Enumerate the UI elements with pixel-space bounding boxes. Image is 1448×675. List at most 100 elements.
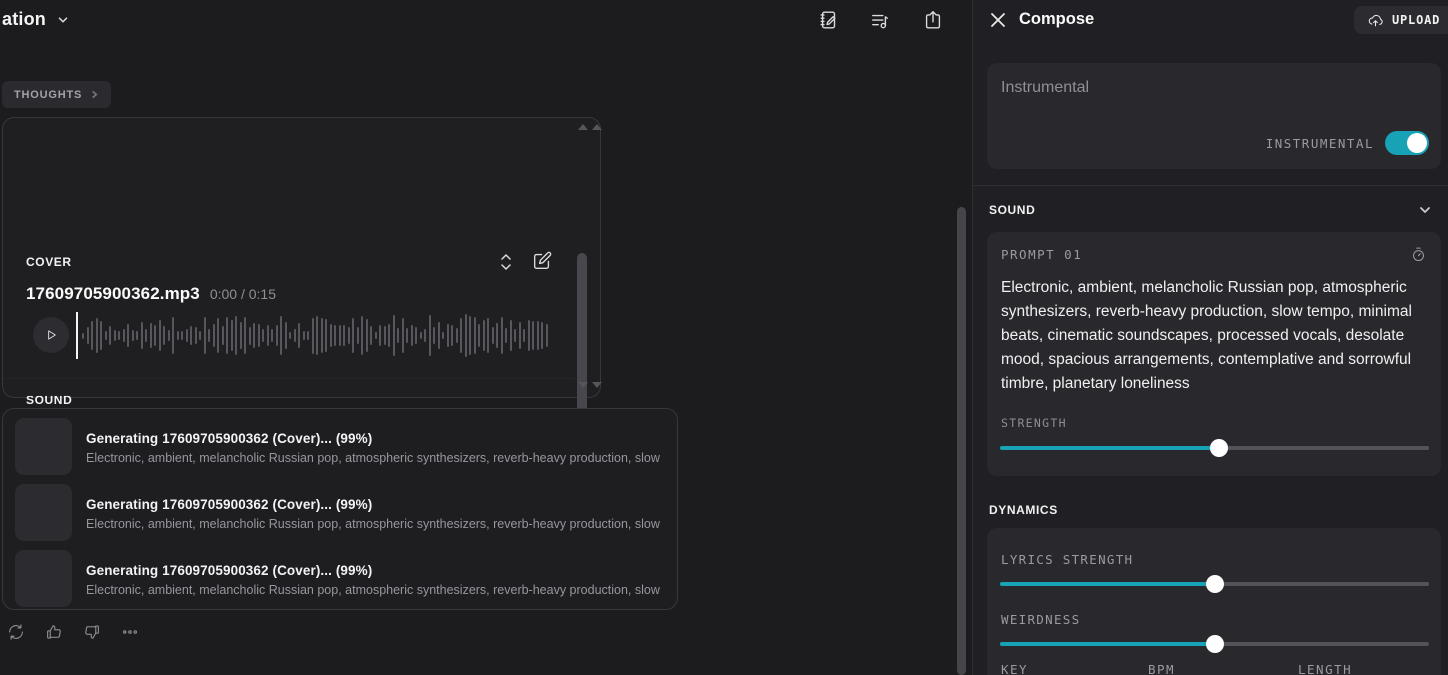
prompt-text[interactable]: Electronic, ambient, melancholic Russian… bbox=[1001, 276, 1431, 396]
generation-subtitle: Electronic, ambient, melancholic Russian… bbox=[86, 451, 661, 465]
waveform-bar bbox=[392, 315, 395, 356]
share-icon[interactable] bbox=[922, 9, 944, 36]
instrumental-toggle[interactable] bbox=[1385, 131, 1429, 155]
strength-label: STRENGTH bbox=[1001, 416, 1067, 430]
close-icon[interactable] bbox=[989, 11, 1007, 29]
lyrics-input[interactable]: Instrumental INSTRUMENTAL bbox=[987, 63, 1441, 169]
waveform-bar bbox=[347, 327, 350, 344]
waveform-bar bbox=[163, 325, 165, 346]
waveform-bar bbox=[275, 325, 278, 346]
waveform-bar bbox=[365, 318, 368, 353]
scroll-down-icon[interactable] bbox=[592, 382, 602, 388]
instrumental-toggle-row: INSTRUMENTAL bbox=[1266, 131, 1429, 155]
waveform-bar bbox=[428, 315, 431, 356]
waveform-bar bbox=[379, 324, 381, 347]
card-divider bbox=[4, 378, 576, 379]
waveform-bar bbox=[145, 329, 147, 342]
cover-card: COVER 17609705900362.mp3 0:00 / 0:15 SOU… bbox=[2, 117, 602, 506]
card-scrollbar-thumb[interactable] bbox=[577, 253, 587, 423]
waveform-bar bbox=[406, 327, 408, 344]
more-icon[interactable] bbox=[120, 622, 140, 642]
waveform-bar bbox=[311, 317, 314, 354]
waveform-bar bbox=[527, 320, 530, 351]
prompt-card: PROMPT 01 Electronic, ambient, melanchol… bbox=[987, 232, 1441, 476]
key-label[interactable]: KEY bbox=[1001, 662, 1148, 675]
scroll-up-icon[interactable] bbox=[578, 124, 588, 130]
scroll-up-icon[interactable] bbox=[592, 124, 602, 130]
play-button[interactable] bbox=[33, 317, 69, 353]
weirdness-slider-knob[interactable] bbox=[1205, 635, 1224, 653]
waveform-bar bbox=[523, 329, 525, 342]
strength-slider[interactable] bbox=[1000, 439, 1429, 457]
generation-detail-panel: ation THOUGHTS COVER 17609705900362.mp3 … bbox=[0, 0, 972, 675]
slider-fill bbox=[1000, 582, 1215, 586]
dynamics-card: LYRICS STRENGTH WEIRDNESS KEY BPM LENGTH bbox=[987, 528, 1441, 675]
weirdness-slider[interactable] bbox=[1000, 635, 1429, 653]
waveform-bar bbox=[244, 317, 246, 354]
prompt-label: PROMPT 01 bbox=[1001, 247, 1083, 262]
waveform-bar bbox=[100, 320, 102, 351]
waveform-bar bbox=[536, 320, 539, 351]
lyrics-strength-slider[interactable] bbox=[1000, 575, 1429, 593]
generation-list-item[interactable]: Generating 17609705900362 (Cover)... (99… bbox=[15, 418, 667, 476]
waveform-bar bbox=[158, 319, 161, 352]
regenerate-icon[interactable] bbox=[6, 622, 26, 642]
sound-section-label: SOUND bbox=[989, 203, 1036, 217]
waveform-bar bbox=[356, 327, 359, 344]
generation-thumbnail bbox=[15, 484, 72, 541]
waveform-bar bbox=[383, 325, 386, 346]
timer-icon[interactable] bbox=[1410, 246, 1427, 263]
bpm-label[interactable]: BPM bbox=[1148, 662, 1298, 675]
generation-list-item[interactable]: Generating 17609705900362 (Cover)... (99… bbox=[15, 550, 667, 608]
thumbs-down-icon[interactable] bbox=[82, 622, 102, 642]
sound-section-header[interactable]: SOUND bbox=[989, 202, 1433, 218]
generation-list-item[interactable]: Generating 17609705900362 (Cover)... (99… bbox=[15, 484, 667, 542]
thoughts-badge[interactable]: THOUGHTS bbox=[2, 81, 112, 108]
waveform-bar bbox=[221, 325, 224, 346]
waveform-bar bbox=[253, 322, 255, 349]
page-title-dropdown[interactable]: ation bbox=[2, 9, 70, 30]
upload-button-label: UPLOAD bbox=[1392, 13, 1441, 27]
chevron-down-icon bbox=[56, 13, 70, 27]
upload-button[interactable]: UPLOAD bbox=[1354, 6, 1448, 34]
generation-title: Generating 17609705900362 (Cover)... (99… bbox=[86, 497, 373, 512]
waveform-bar bbox=[491, 327, 494, 344]
generation-title: Generating 17609705900362 (Cover)... (99… bbox=[86, 431, 373, 446]
scroll-down-icon[interactable] bbox=[578, 382, 588, 388]
expand-collapse-icon[interactable] bbox=[497, 251, 515, 278]
waveform-bar bbox=[131, 330, 134, 341]
edit-icon[interactable] bbox=[531, 250, 553, 277]
instrumental-toggle-label: INSTRUMENTAL bbox=[1265, 135, 1374, 151]
waveform-bar bbox=[154, 325, 156, 346]
lyrics-placeholder: Instrumental bbox=[1001, 79, 1090, 96]
waveform-bar bbox=[86, 327, 89, 344]
waveform-bar bbox=[469, 315, 471, 356]
waveform-bar bbox=[109, 325, 111, 346]
lyrics-strength-slider-knob[interactable] bbox=[1205, 575, 1224, 593]
notes-edit-icon[interactable] bbox=[818, 9, 840, 36]
waveform-bar bbox=[230, 319, 233, 352]
waveform-bar bbox=[140, 322, 143, 349]
generation-thumbnail bbox=[15, 418, 72, 475]
waveform-playhead[interactable] bbox=[76, 312, 78, 359]
page-scrollbar-thumb[interactable] bbox=[957, 207, 966, 675]
waveform-bar bbox=[248, 326, 251, 345]
waveform-bar bbox=[203, 317, 206, 354]
toggle-knob bbox=[1407, 133, 1427, 153]
waveform-bar bbox=[298, 322, 300, 349]
strength-slider-knob[interactable] bbox=[1209, 439, 1228, 457]
playlist-music-icon[interactable] bbox=[870, 10, 892, 37]
audio-file-name: 17609705900362.mp3 bbox=[26, 284, 200, 303]
waveform-bar bbox=[361, 316, 363, 355]
thumbs-up-icon[interactable] bbox=[44, 622, 64, 642]
waveform-bar bbox=[167, 330, 170, 341]
waveform[interactable] bbox=[82, 312, 548, 359]
waveform-bar bbox=[262, 329, 264, 342]
waveform-bar bbox=[478, 324, 480, 347]
generation-title: Generating 17609705900362 (Cover)... (99… bbox=[86, 563, 373, 578]
length-label[interactable]: LENGTH bbox=[1298, 662, 1352, 675]
waveform-bar bbox=[433, 327, 435, 344]
waveform-bar bbox=[343, 325, 345, 346]
waveform-bar bbox=[545, 324, 548, 347]
waveform-bar bbox=[176, 331, 179, 340]
